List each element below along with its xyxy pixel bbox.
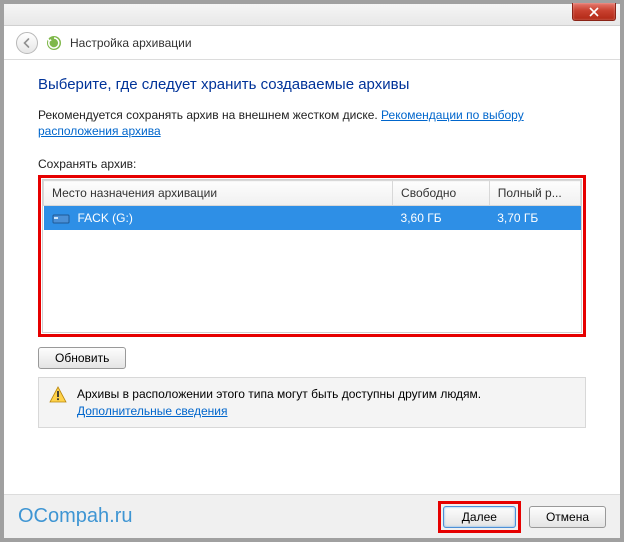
header-bar: Настройка архивации [4, 26, 620, 60]
close-icon [589, 7, 599, 17]
warning-text: Архивы в расположении этого типа могут б… [77, 387, 481, 401]
close-button[interactable] [572, 3, 616, 21]
highlight-table: Место назначения архивации Свободно Полн… [38, 175, 586, 337]
cancel-button[interactable]: Отмена [529, 506, 606, 528]
dialog-window: Настройка архивации Выберите, где следуе… [0, 0, 624, 542]
watermark: OCompah.ru [18, 505, 133, 528]
footer-bar: OCompah.ru Далее Отмена [4, 494, 620, 538]
warning-link[interactable]: Дополнительные сведения [77, 404, 227, 418]
recommendation-intro: Рекомендуется сохранять архив на внешнем… [38, 108, 381, 122]
col-total[interactable]: Полный р... [489, 181, 580, 206]
destination-table: Место назначения архивации Свободно Полн… [42, 179, 582, 333]
backup-icon [46, 35, 62, 51]
save-archive-label: Сохранять архив: [38, 157, 586, 171]
content-area: Выберите, где следует хранить создаваемы… [4, 60, 620, 494]
highlight-next: Далее [438, 501, 521, 533]
refresh-button[interactable]: Обновить [38, 347, 126, 369]
header-title: Настройка архивации [70, 36, 192, 50]
back-button[interactable] [16, 32, 38, 54]
warning-box: Архивы в расположении этого типа могут б… [38, 377, 586, 427]
recommendation-text: Рекомендуется сохранять архив на внешнем… [38, 107, 586, 139]
next-button[interactable]: Далее [443, 506, 516, 528]
page-heading: Выберите, где следует хранить создаваемы… [38, 76, 586, 93]
drive-free: 3,60 ГБ [393, 206, 490, 231]
titlebar [4, 4, 620, 26]
drive-total: 3,70 ГБ [489, 206, 580, 231]
table-row[interactable]: FACK (G:) 3,60 ГБ 3,70 ГБ [44, 206, 581, 231]
col-free[interactable]: Свободно [393, 181, 490, 206]
warning-icon [49, 386, 67, 404]
arrow-left-icon [21, 37, 33, 49]
drive-name: FACK (G:) [78, 211, 133, 225]
col-destination[interactable]: Место назначения архивации [44, 181, 393, 206]
drive-icon [52, 211, 70, 225]
